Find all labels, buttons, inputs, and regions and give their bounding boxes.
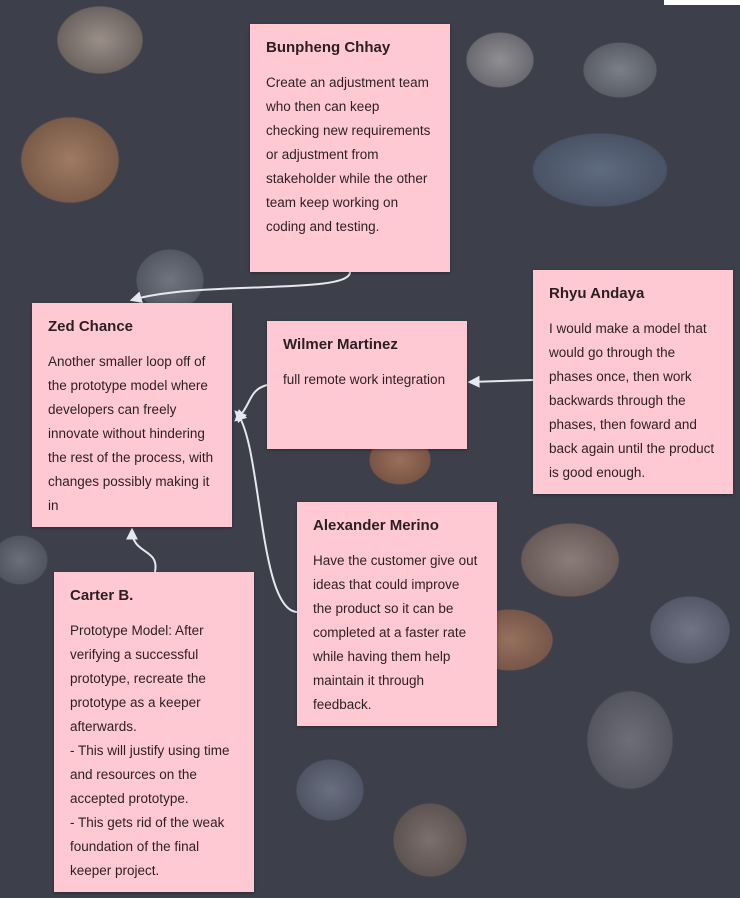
- canvas-board[interactable]: Bunpheng Chhay Create an adjustment team…: [0, 0, 740, 898]
- sticky-note-carter[interactable]: Carter B. Prototype Model: After verifyi…: [54, 572, 254, 892]
- note-text: Create an adjustment team who then can k…: [266, 75, 431, 234]
- connector-carter-to-zed[interactable]: [126, 527, 157, 573]
- note-text: Another smaller loop off of the prototyp…: [48, 354, 214, 513]
- corner-tab: [664, 0, 740, 5]
- note-text: Prototype Model: After verifying a succe…: [70, 623, 230, 878]
- note-author: Zed Chance: [48, 318, 134, 335]
- connector-bunpheng-to-zed[interactable]: [129, 271, 351, 304]
- note-text: I would make a model that would go throu…: [549, 321, 715, 480]
- connector-wilmer-to-zed[interactable]: [234, 384, 268, 422]
- note-text: full remote work integration: [283, 372, 446, 387]
- connector-rhyu-to-wilmer[interactable]: [467, 375, 534, 388]
- sticky-note-alexander[interactable]: Alexander Merino Have the customer give …: [297, 502, 497, 726]
- sticky-note-bunpheng[interactable]: Bunpheng Chhay Create an adjustment team…: [250, 24, 450, 272]
- sticky-note-wilmer[interactable]: Wilmer Martinez full remote work integra…: [267, 321, 467, 449]
- note-author: Bunpheng Chhay: [266, 39, 391, 56]
- note-text: Have the customer give out ideas that co…: [313, 553, 478, 712]
- sticky-note-zed[interactable]: Zed Chance Another smaller loop off of t…: [32, 303, 232, 527]
- sticky-note-rhyu[interactable]: Rhyu Andaya I would make a model that wo…: [533, 270, 733, 494]
- note-author: Alexander Merino: [313, 517, 439, 534]
- note-author: Carter B.: [70, 587, 134, 604]
- note-author: Wilmer Martinez: [283, 336, 398, 353]
- note-author: Rhyu Andaya: [549, 285, 645, 302]
